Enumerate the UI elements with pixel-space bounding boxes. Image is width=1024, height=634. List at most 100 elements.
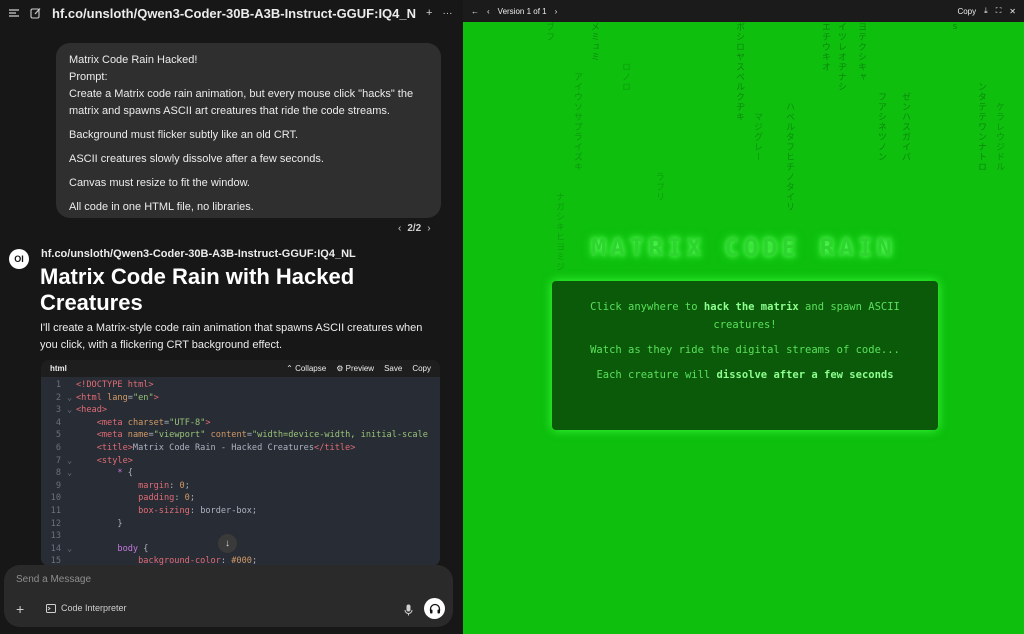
message-line: ASCII creatures slowly dissolve after a … (69, 153, 324, 166)
assistant-avatar: OI (9, 249, 29, 269)
message-line: Matrix Code Rain Hacked! (69, 54, 198, 66)
preview-label: Preview (345, 364, 375, 373)
download-icon[interactable]: ⤓ (984, 6, 988, 16)
fullscreen-icon[interactable]: ⛶ (996, 6, 1002, 16)
user-message-bubble: Matrix Code Rain Hacked! Prompt: Create … (56, 43, 441, 218)
code-rain-stream: エチウキオ (820, 22, 830, 72)
line-number: 10 (50, 493, 61, 504)
code-rain-stream: ケラレウジドル (994, 102, 1004, 172)
line-number: 13 (50, 531, 61, 542)
code-block: html ⌃ Collapse ⚙ Preview Save Copy 1 <!D… (41, 360, 440, 566)
message-pager: ‹ 2/2 › (398, 223, 431, 234)
code-rain-stream: ラプリ (654, 172, 664, 202)
line-number: 4 (55, 417, 61, 428)
back-arrow-icon[interactable]: ← (471, 7, 479, 16)
preview-icon: ⚙ (336, 364, 344, 373)
code-text: padding: 0; (138, 493, 196, 504)
chat-topbar: hf.co/unsloth/Qwen3-Coder-30B-A3B-Instru… (0, 0, 502, 26)
code-rain-stream: フアシネツノン (876, 92, 886, 162)
code-text: * { (117, 468, 133, 479)
artifact-pane: ← ‹ Version 1 of 1 › Copy ⤓ ⛶ ✕ ブフ メミュミ … (463, 0, 1024, 634)
code-text: <meta charset="UTF-8"> (96, 417, 211, 428)
message-input[interactable] (16, 574, 396, 585)
code-interpreter-toggle[interactable]: Code Interpreter (46, 603, 127, 613)
line-number: 11 (50, 505, 61, 516)
instruction-emphasis: dissolve after a few seconds (716, 368, 894, 381)
code-line: 8 ⌄ * { (41, 467, 440, 480)
message-line: Create a Matrix code rain animation, but… (69, 88, 414, 118)
message-line: All code in one HTML file, no libraries. (69, 201, 254, 214)
code-rain-stream: マジグレー (752, 112, 762, 162)
artifact-preview[interactable]: ブフ メミュミ アイウソサプライズキ ナガシキヒヨミジ ロノロ ラプリ ボシロヤ… (463, 22, 1024, 634)
line-number: 7 (55, 455, 61, 466)
assistant-model-name: hf.co/unsloth/Qwen3-Coder-30B-A3B-Instru… (41, 248, 356, 260)
code-rain-stream: ロノロ (620, 62, 630, 92)
code-line: 9 margin: 0; (41, 480, 440, 493)
prev-version-icon[interactable]: ‹ (487, 7, 490, 16)
line-number: 2 (55, 392, 61, 403)
close-icon[interactable]: ✕ (1009, 7, 1016, 16)
message-composer: + Code Interpreter (4, 565, 453, 627)
code-block-header: html ⌃ Collapse ⚙ Preview Save Copy (41, 360, 440, 377)
code-line: 5 <meta name="viewport" content="width=d… (41, 429, 440, 442)
code-text: <title>Matrix Code Rain - Hacked Creatur… (96, 442, 356, 453)
code-line: 3 ⌄ <head> (41, 404, 440, 417)
instruction-text: Click anywhere to (590, 301, 704, 313)
scroll-down-button[interactable]: ↓ (218, 534, 237, 553)
voice-mode-button[interactable] (424, 598, 445, 619)
line-number: 9 (55, 480, 61, 491)
code-line: 12 } (41, 518, 440, 531)
code-line: 2 ⌄ <html lang="en"> (41, 392, 440, 405)
instruction-line: Watch as they ride the digital streams o… (590, 343, 900, 356)
line-number: 1 (55, 380, 61, 390)
preview-button[interactable]: ⚙ Preview (336, 364, 374, 373)
line-number: 5 (55, 430, 61, 441)
copy-artifact-button[interactable]: Copy (957, 7, 976, 16)
attach-plus-button[interactable]: + (16, 601, 24, 617)
message-line: Canvas must resize to fit the window. (69, 177, 250, 190)
save-button[interactable]: Save (384, 364, 402, 373)
code-editor[interactable]: 1 <!DOCTYPE html> 2 ⌄ <html lang="en"> 3 ⌄ <hea… (41, 377, 440, 566)
version-label: Version 1 of 1 (497, 6, 547, 16)
code-rain-stream: ンタテテワンナトロ (976, 82, 986, 172)
model-selector[interactable]: hf.co/unsloth/Qwen3-Coder-30B-A3B-Instru… (52, 6, 416, 21)
chevron-left-icon[interactable]: ‹ (398, 223, 401, 234)
code-rain-stream: ヨテクシキャ (856, 22, 866, 82)
add-model-button[interactable]: + (426, 7, 432, 19)
instruction-text: Each creature will (596, 368, 717, 381)
message-line: Background must flicker subtly like an o… (69, 129, 299, 142)
line-number: 12 (50, 518, 61, 529)
collapse-button[interactable]: ⌃ Collapse (286, 364, 326, 373)
artifact-toolbar: ← ‹ Version 1 of 1 › Copy ⤓ ⛶ ✕ (463, 0, 1024, 22)
code-rain-stream: ゼンハスガイバ (900, 92, 910, 162)
code-line: 4 <meta charset="UTF-8"> (41, 417, 440, 430)
sidebar-toggle-icon[interactable] (8, 7, 20, 19)
message-line: Prompt: (69, 71, 108, 84)
code-line: 10 padding: 0; (41, 492, 440, 505)
copy-code-button[interactable]: Copy (412, 364, 431, 373)
new-chat-icon[interactable] (30, 7, 42, 19)
code-interpreter-label: Code Interpreter (61, 603, 127, 613)
answer-heading: Matrix Code Rain with Hacked Creatures (40, 264, 355, 315)
more-options-icon[interactable]: ··· (442, 8, 452, 19)
microphone-icon[interactable] (404, 603, 413, 621)
chevron-right-icon[interactable]: › (427, 223, 430, 234)
code-text: } (76, 518, 123, 529)
code-line: 6 <title>Matrix Code Rain - Hacked Creat… (41, 442, 440, 455)
code-language: html (50, 364, 67, 373)
line-number: 14 (50, 543, 61, 554)
code-rain-stream: ブフ (544, 22, 554, 42)
answer-paragraph: I'll create a Matrix-style code rain ani… (40, 322, 423, 352)
next-version-icon[interactable]: › (555, 7, 558, 16)
preview-instructions-box: Click anywhere to hack the matrix and sp… (552, 281, 938, 430)
pager-label: 2/2 (407, 223, 422, 234)
instruction-line: Click anywhere to hack the matrix and sp… (564, 299, 926, 335)
code-line: 13 (41, 530, 440, 543)
preview-title: MATRIX CODE RAIN (591, 233, 896, 262)
terminal-icon (46, 603, 56, 613)
code-text: box-sizing: border-box; (138, 505, 258, 516)
headphones-icon (429, 603, 440, 614)
code-text: <head> (76, 405, 108, 416)
line-number: 8 (55, 468, 61, 479)
